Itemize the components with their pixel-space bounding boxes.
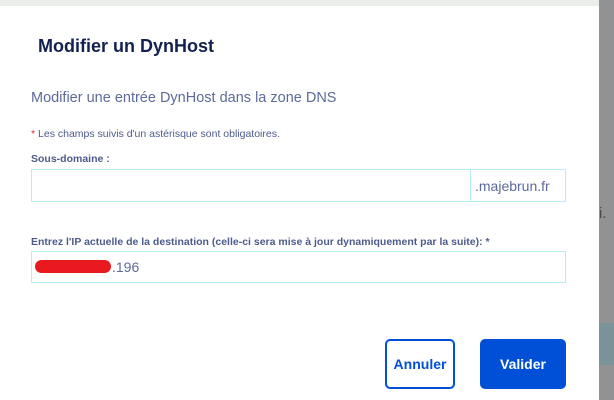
subdomain-input[interactable] (32, 170, 467, 201)
required-note: * Les champs suivis d'un astérisque sont… (31, 128, 280, 140)
modal-title: Modifier un DynHost (38, 36, 214, 56)
modal-subtitle: Modifier une entrée DynHost dans la zone… (31, 90, 337, 106)
ip-label: Entrez l'IP actuelle de la destination (… (31, 236, 490, 248)
ip-field (31, 251, 566, 283)
dynhost-modal: Modifier un DynHost Modifier une entrée … (0, 6, 599, 400)
domain-suffix: .majebrun.fr (470, 170, 565, 201)
required-note-text: Les champs suivis d'un astérisque sont o… (35, 128, 280, 140)
cancel-button[interactable]: Annuler (385, 339, 455, 389)
redaction-mark (35, 260, 111, 273)
subdomain-label: Sous-domaine : (31, 153, 110, 165)
background-text: i. (599, 205, 607, 222)
submit-button[interactable]: Valider (480, 339, 566, 389)
subdomain-field: .majebrun.fr (31, 169, 566, 202)
background-band (599, 323, 614, 365)
ip-input[interactable] (32, 252, 565, 282)
